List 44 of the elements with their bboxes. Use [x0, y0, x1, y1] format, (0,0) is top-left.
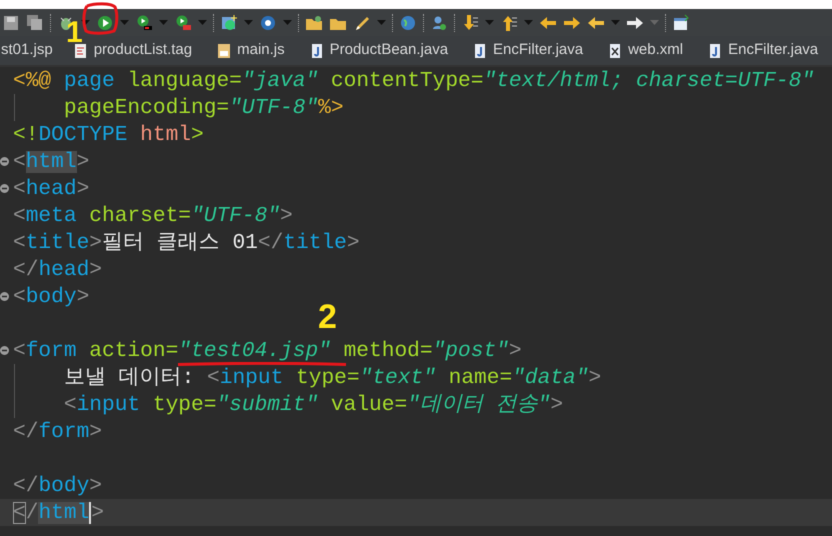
person-search-icon[interactable] — [430, 14, 448, 32]
text-cursor — [89, 502, 92, 524]
code-line: <%@ page language="java" contentType="text/html; charset=UTF-8" — [13, 70, 814, 92]
web-service-icon[interactable] — [259, 14, 277, 32]
code-line: <form action="test04.jsp" method="post"> — [13, 340, 522, 362]
code-line: <body> — [13, 286, 90, 308]
new-server-icon[interactable] — [220, 14, 238, 32]
fold-icon[interactable] — [0, 346, 9, 355]
editor-tab[interactable]: st01.jsp — [1, 39, 53, 62]
run-coverage-icon[interactable] — [135, 14, 153, 32]
code-line: <meta charset="UTF-8"> — [13, 204, 293, 226]
file-icon — [216, 42, 232, 58]
code-line: </body> — [13, 474, 102, 496]
code-line: </form> — [13, 420, 102, 442]
run-toolbox-icon[interactable] — [174, 14, 192, 32]
code-line: <input type="submit" value="데이터 전송"> — [62, 394, 564, 416]
editor-tab[interactable]: EncFilter.java — [707, 39, 818, 62]
code-line: 보낼 데이터: <input type="text" name="data"> — [62, 366, 602, 388]
editor-tab[interactable]: web.xml — [607, 39, 684, 62]
fold-icon[interactable] — [0, 292, 9, 301]
save-icon[interactable] — [2, 14, 20, 32]
code-line: <!DOCTYPE html> — [13, 124, 204, 146]
editor-tab[interactable]: main.js — [216, 39, 285, 62]
code-line: </head> — [13, 258, 102, 280]
code-line: pageEncoding="UTF-8"%> — [62, 96, 344, 118]
next-annotation-icon[interactable] — [461, 14, 479, 32]
globe-icon[interactable] — [399, 14, 417, 32]
fold-icon[interactable] — [0, 184, 9, 193]
code-line: </html> — [13, 502, 104, 524]
editor-tab[interactable]: ProductBean.java — [308, 39, 448, 62]
file-icon — [72, 42, 89, 58]
run-icon[interactable] — [96, 14, 114, 32]
code-line: <html> — [13, 150, 90, 172]
code-line: <head> — [13, 178, 90, 200]
code-line: <title>필터 클래스 01</title> — [13, 232, 360, 254]
window-icon[interactable] — [672, 14, 690, 32]
fold-icon[interactable] — [0, 157, 9, 166]
dropdown-caret-icon[interactable] — [81, 20, 90, 25]
editor-tab[interactable]: EncFilter.java — [472, 39, 584, 62]
annotation-number: 1 — [66, 20, 83, 46]
save-all-icon[interactable] — [26, 14, 44, 32]
annotation-number: 2 — [318, 303, 337, 331]
previous-annotation-icon[interactable] — [500, 14, 518, 32]
folder-icon[interactable] — [305, 14, 323, 32]
